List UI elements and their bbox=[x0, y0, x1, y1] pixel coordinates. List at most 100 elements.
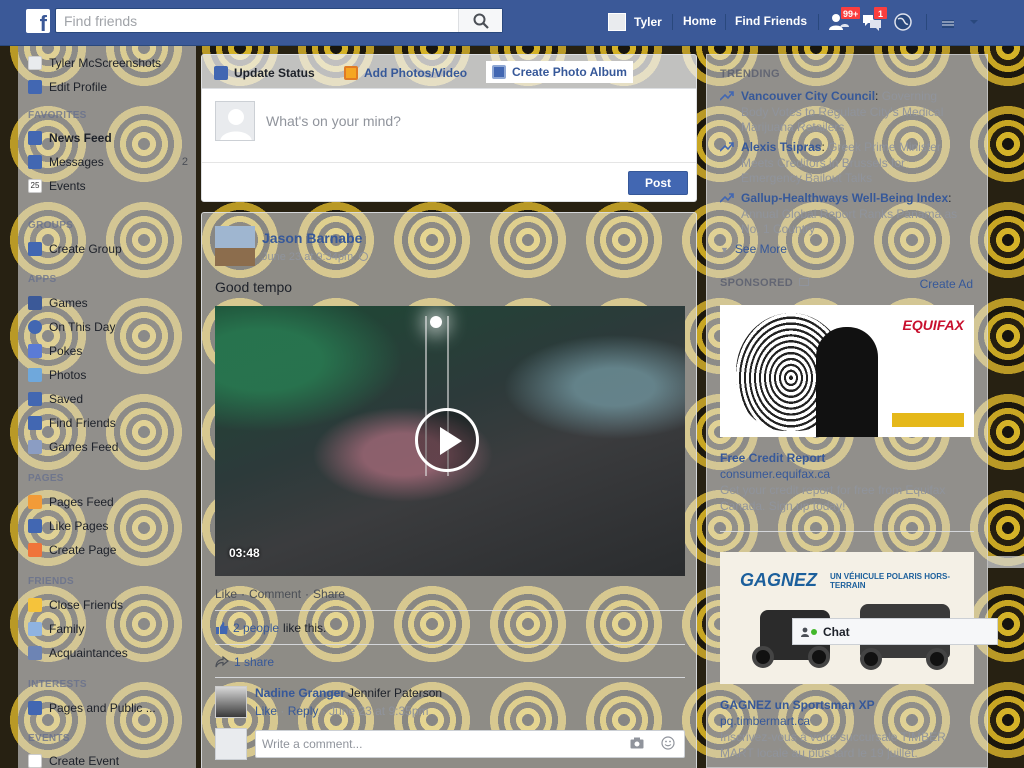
trending-arrow-icon bbox=[720, 142, 734, 152]
sidebar-item-create-page[interactable]: Create Page bbox=[28, 541, 188, 559]
comment-like-button[interactable]: Like bbox=[255, 704, 277, 718]
acquaintances-icon bbox=[28, 646, 42, 660]
tab-update-status[interactable]: Update Status bbox=[208, 63, 321, 83]
comment-meta: Like · Reply · June 23 at 9:35pm bbox=[255, 704, 428, 718]
nav-divider bbox=[725, 14, 726, 30]
avatar[interactable] bbox=[215, 226, 255, 266]
trending-item[interactable]: Gallup-Healthways Well-Being Index: Annu… bbox=[720, 191, 960, 238]
video-player[interactable]: 03:48 bbox=[215, 306, 685, 576]
story-author-link[interactable]: Jason Barnabe bbox=[262, 230, 362, 246]
sidebar-item-photos[interactable]: Photos bbox=[28, 366, 188, 384]
sidebar-section-interests[interactable]: INTERESTS bbox=[28, 679, 87, 690]
trending-title[interactable]: Alexis Tsipras bbox=[741, 140, 821, 154]
sidebar-item-close-friends[interactable]: Close Friends bbox=[28, 596, 188, 614]
chat-tab[interactable]: Chat bbox=[792, 618, 998, 645]
trending-title[interactable]: Vancouver City Council bbox=[741, 89, 875, 103]
sidebar-item-find-friends[interactable]: Find Friends bbox=[28, 414, 188, 432]
nav-profile-link[interactable]: Tyler bbox=[608, 10, 662, 34]
sidebar-section-apps[interactable]: APPS bbox=[28, 274, 56, 285]
sidebar-item-label: Create Event bbox=[49, 754, 120, 768]
ad-domain[interactable]: consumer.equifax.ca bbox=[720, 467, 830, 481]
sidebar-section-friends[interactable]: FRIENDS bbox=[28, 576, 74, 587]
play-button[interactable] bbox=[415, 408, 479, 472]
nav-home-link[interactable]: Home bbox=[683, 14, 716, 28]
likes-link[interactable]: 2 people bbox=[233, 621, 279, 635]
sidebar-item-events[interactable]: 25 Events bbox=[28, 177, 188, 195]
like-button[interactable]: Like bbox=[215, 587, 237, 601]
sidebar-item-like-pages[interactable]: Like Pages bbox=[28, 517, 188, 535]
comment-input[interactable]: Write a comment... bbox=[255, 730, 685, 758]
sidebar-item-family[interactable]: Family bbox=[28, 620, 188, 638]
facebook-logo[interactable]: f bbox=[26, 9, 50, 33]
camera-icon[interactable] bbox=[630, 737, 644, 749]
search-button[interactable] bbox=[458, 9, 502, 32]
ad-description: Get your credit report for free from Equ… bbox=[720, 483, 946, 513]
sidebar-item-label: Close Friends bbox=[49, 598, 124, 612]
sidebar-item-label: Find Friends bbox=[49, 416, 116, 430]
share-button[interactable]: Share bbox=[313, 587, 345, 601]
post-button[interactable]: Post bbox=[628, 171, 688, 195]
sidebar-item-edit-profile[interactable]: Edit Profile bbox=[28, 78, 188, 96]
ad-title[interactable]: Free Credit Report bbox=[720, 451, 825, 465]
notifications-jewel[interactable] bbox=[893, 12, 915, 32]
create-ad-link[interactable]: Create Ad bbox=[920, 277, 973, 291]
comment-reply-button[interactable]: Reply bbox=[288, 704, 319, 718]
comment-author-link[interactable]: Nadine Granger bbox=[255, 686, 345, 700]
chevron-down-icon bbox=[970, 20, 978, 24]
sidebar-section-favorites[interactable]: FAVORITES bbox=[28, 110, 87, 121]
sidebar-section-events[interactable]: EVENTS bbox=[28, 733, 70, 744]
sidebar-item-pages-public-figures[interactable]: Pages and Public ... bbox=[28, 699, 188, 717]
sidebar-item-pages-feed[interactable]: Pages Feed bbox=[28, 493, 188, 511]
ad-domain[interactable]: pq.timbermart.ca bbox=[720, 714, 810, 728]
sidebar-item-on-this-day[interactable]: On This Day bbox=[28, 318, 188, 336]
poke-icon bbox=[28, 344, 42, 358]
sidebar-item-create-group[interactable]: Create Group bbox=[28, 240, 188, 258]
sidebar-item-pokes[interactable]: Pokes bbox=[28, 342, 188, 360]
friend-requests-jewel[interactable]: 99+ bbox=[828, 6, 862, 32]
sidebar-item-games-feed[interactable]: Games Feed bbox=[28, 438, 188, 456]
trending-item[interactable]: Alexis Tsipras: Greek Prime Minister Mee… bbox=[720, 140, 960, 187]
tab-label: Add Photos/Video bbox=[364, 66, 468, 80]
search-input[interactable] bbox=[56, 9, 458, 32]
tab-create-photo-album[interactable]: Create Photo Album bbox=[486, 61, 633, 83]
emoji-icon[interactable] bbox=[661, 736, 675, 750]
star-icon bbox=[28, 598, 42, 612]
sidebar-item-games[interactable]: Games bbox=[28, 294, 188, 312]
sidebar-item-create-event[interactable]: Create Event bbox=[28, 752, 188, 768]
sidebar-item-news-feed[interactable]: News Feed bbox=[28, 129, 188, 147]
nav-user-name: Tyler bbox=[634, 15, 662, 29]
tab-add-photos-video[interactable]: Add Photos/Video bbox=[338, 63, 473, 83]
find-friends-icon bbox=[28, 416, 42, 430]
story-timestamp[interactable]: June 23 at 9:34pm bbox=[262, 251, 369, 263]
comment-timestamp[interactable]: June 23 at 9:35pm bbox=[329, 704, 428, 718]
megaphone-icon bbox=[799, 278, 810, 286]
ad-title[interactable]: GAGNEZ un Sportsman XP bbox=[720, 698, 875, 712]
play-icon bbox=[440, 427, 462, 455]
sidebar-item-label: Create Page bbox=[49, 543, 117, 557]
hooded-figure-graphic bbox=[816, 327, 878, 437]
avatar[interactable] bbox=[215, 686, 247, 718]
sidebar-item-messages[interactable]: Messages 2 bbox=[28, 153, 188, 171]
privacy-shortcuts-jewel[interactable] bbox=[940, 12, 962, 32]
chat-sidebar-handle[interactable] bbox=[988, 556, 1024, 568]
separator: · bbox=[280, 704, 285, 718]
see-more-link[interactable]: ▼ See More bbox=[720, 242, 787, 256]
photo-album-icon bbox=[492, 65, 506, 79]
status-input[interactable]: What's on your mind? bbox=[266, 113, 401, 129]
account-settings-menu[interactable] bbox=[968, 12, 982, 32]
trending-title[interactable]: Gallup-Healthways Well-Being Index bbox=[741, 191, 948, 205]
comment-button[interactable]: Comment bbox=[249, 587, 301, 601]
sidebar-item-acquaintances[interactable]: Acquaintances bbox=[28, 644, 188, 662]
sidebar-item-saved[interactable]: Saved bbox=[28, 390, 188, 408]
sidebar-section-pages[interactable]: PAGES bbox=[28, 473, 64, 484]
sidebar-item-profile[interactable]: Tyler McScreenshots bbox=[28, 54, 188, 72]
trending-item[interactable]: Vancouver City Council: Governing Body V… bbox=[720, 89, 960, 136]
sidebar-section-groups[interactable]: GROUPS bbox=[28, 220, 73, 231]
nav-find-friends-link[interactable]: Find Friends bbox=[735, 14, 807, 28]
divider bbox=[720, 531, 974, 532]
ad-image-equifax[interactable]: EQUIFAX bbox=[720, 305, 974, 437]
shares-summary[interactable]: 1 share bbox=[215, 655, 274, 669]
sidebar-item-label: Acquaintances bbox=[49, 646, 128, 660]
comment-text: Jennifer Paterson bbox=[348, 686, 443, 700]
messages-jewel[interactable]: 1 bbox=[861, 6, 888, 32]
